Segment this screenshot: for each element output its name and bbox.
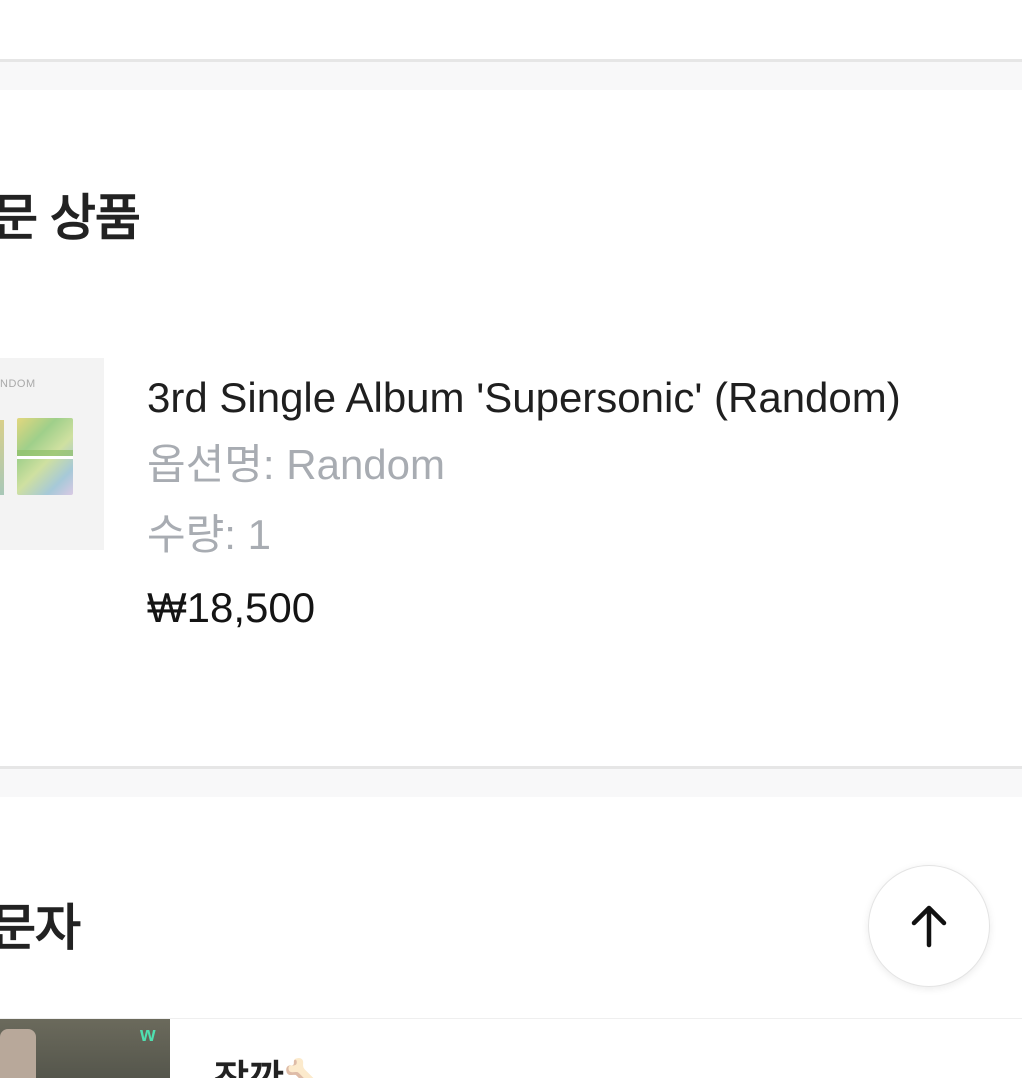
album-cover-image [17,418,73,495]
thumbnail-label: NDOM [0,378,36,390]
product-price: ₩18,500 [147,584,316,631]
product-option: 옵션명: Random [147,441,446,488]
post-thumbnail[interactable]: w [0,1019,170,1078]
ordered-products-title: 문 상품 [0,190,141,246]
product-info: 3rd Single Album 'Supersonic' (Random) 옵… [147,365,977,646]
product-quantity: 수량: 1 [147,511,271,558]
post-title[interactable]: 잠깐🦴 [214,1048,331,1078]
section-gap [0,62,1022,90]
top-blank-area [0,0,1022,59]
product-name[interactable]: 3rd Single Album 'Supersonic' (Random) [147,365,977,430]
thumbnail-figure [0,1029,36,1078]
weverse-logo-icon: w [140,1024,156,1046]
page: 문 상품 NDOM 3rd Single Album 'Supersonic' … [0,0,1022,1078]
scroll-to-top-button[interactable] [868,865,990,987]
second-section-title: 문자 [0,900,81,956]
arrow-up-icon [911,905,947,948]
section-gap [0,769,1022,797]
product-thumbnail[interactable]: NDOM [0,358,104,550]
album-cover-edge [0,420,4,495]
